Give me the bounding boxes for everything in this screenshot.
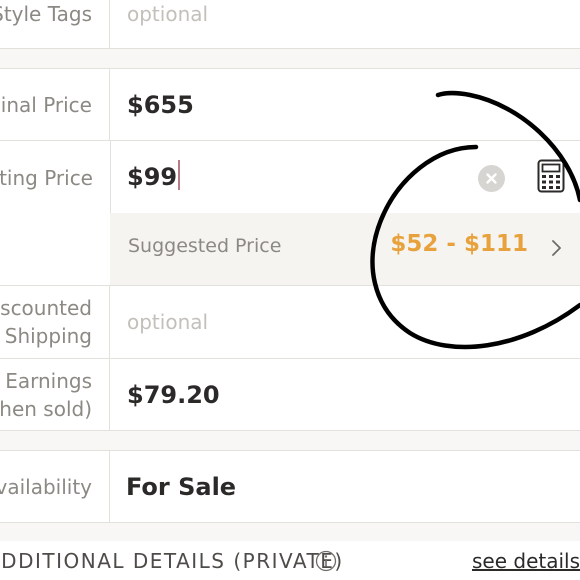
original-price-field[interactable]: $655 (110, 69, 580, 140)
section-gap (0, 523, 580, 541)
style-tags-label: Style Tags (0, 2, 92, 26)
calculator-icon (537, 159, 565, 193)
clear-circle-icon (486, 173, 497, 184)
earnings-row: Earnings (when sold) $79.20 (0, 359, 580, 430)
earnings-label-line2: (when sold) (0, 396, 92, 421)
discounted-shipping-row[interactable]: Discounted Shipping optional (0, 286, 580, 358)
earnings-field: $79.20 (110, 359, 580, 430)
earnings-label-cell: Earnings (when sold) (0, 359, 110, 430)
text-caret (178, 160, 181, 190)
additional-details-title: ADDITIONAL DETAILS (PRIVATE) (0, 549, 344, 573)
discounted-shipping-label-line1: Discounted (0, 296, 92, 320)
section-gap (0, 49, 580, 68)
listing-price-label: Listing Price (0, 166, 93, 190)
earnings-label-line1: Earnings (5, 368, 92, 393)
discounted-shipping-label-line2: Shipping (4, 324, 92, 348)
original-price-row[interactable]: Original Price $655 (0, 69, 580, 140)
style-tags-placeholder: optional (127, 2, 209, 26)
original-price-value: $655 (127, 90, 194, 119)
suggested-price-range: $52 - $111 (390, 231, 528, 257)
availability-field[interactable]: For Sale (110, 451, 580, 522)
original-price-label: Original Price (0, 92, 92, 117)
listing-price-label-cell: Listing Price (0, 141, 110, 213)
info-icon[interactable] (315, 550, 337, 572)
suggested-price-row[interactable]: Suggested Price $52 - $111 (110, 213, 580, 285)
calculator-button[interactable] (537, 159, 565, 193)
see-details-link[interactable]: see details (472, 549, 580, 573)
additional-details-header: ADDITIONAL DETAILS (PRIVATE) see details (0, 541, 580, 580)
listing-form: Style Tags optional Original Price $655 … (0, 0, 580, 580)
style-tags-field[interactable]: optional (110, 0, 580, 48)
listing-price-value: $99 (127, 163, 178, 191)
original-price-label-cell: Original Price (0, 69, 110, 140)
listing-price-field[interactable]: $99 (110, 141, 580, 213)
clear-button[interactable] (478, 165, 505, 192)
discounted-shipping-placeholder: optional (127, 310, 209, 334)
chevron-right-icon (552, 240, 561, 256)
availability-value: For Sale (126, 472, 237, 501)
discounted-shipping-label-cell: Discounted Shipping (0, 286, 110, 358)
style-tags-row[interactable]: Style Tags optional (0, 0, 580, 48)
section-gap (0, 431, 580, 450)
suggested-price-label: Suggested Price (128, 235, 282, 257)
availability-row[interactable]: Availability For Sale (0, 451, 580, 522)
style-tags-label-cell: Style Tags (0, 0, 110, 48)
discounted-shipping-field[interactable]: optional (110, 286, 580, 358)
availability-label-cell: Availability (0, 451, 110, 522)
availability-label: Availability (0, 474, 92, 499)
earnings-value: $79.20 (127, 380, 220, 409)
